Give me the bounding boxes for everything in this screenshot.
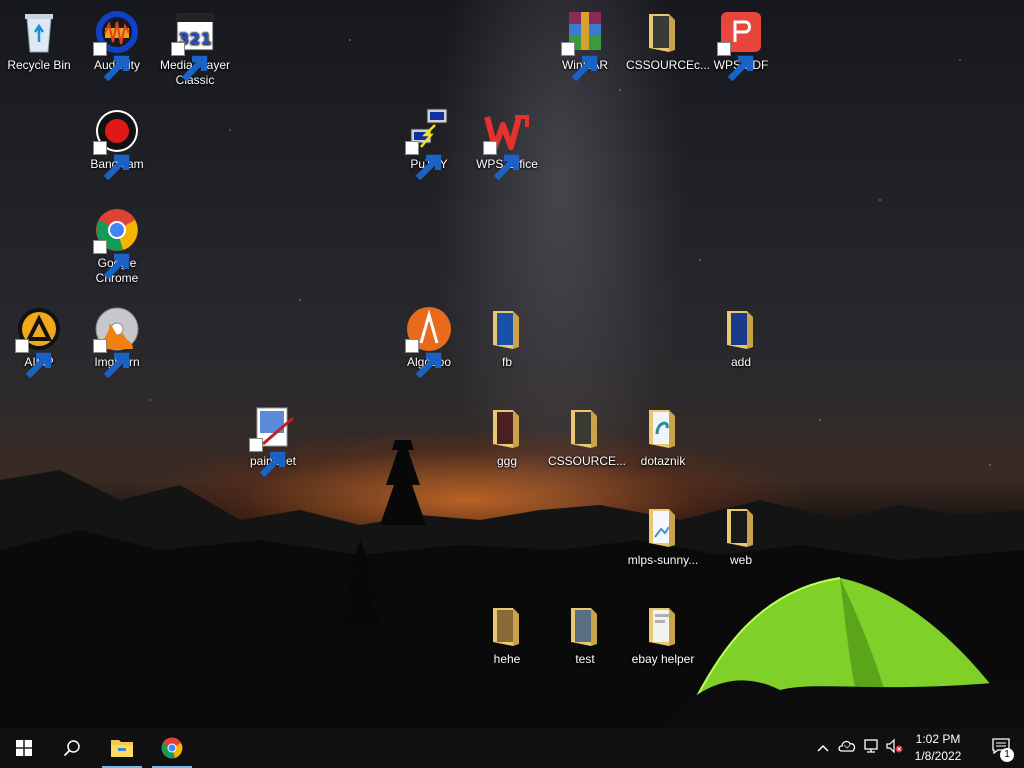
desktop-icon-winrar[interactable]: WinRAR — [546, 8, 624, 82]
taskbar-chrome[interactable] — [148, 728, 196, 768]
windows-start-icon — [16, 740, 32, 756]
icon-label: add — [730, 355, 752, 369]
algodoo-icon — [405, 305, 453, 379]
file-explorer-icon — [110, 737, 134, 759]
desktop-icon-imgburn[interactable]: ImgBurn — [78, 305, 156, 379]
action-center-button[interactable]: 1 — [978, 728, 1024, 768]
desktop-icon-wps-office[interactable]: WPS Office — [468, 107, 546, 181]
volume-tray[interactable] — [884, 738, 904, 758]
onedrive-icon — [838, 739, 856, 758]
folder-icon — [639, 8, 687, 56]
folder-icon — [639, 602, 687, 650]
folder-icon — [717, 503, 765, 551]
desktop-icon-audacity[interactable]: Audacity — [78, 8, 156, 82]
shortcut-arrow-icon — [93, 141, 130, 181]
desktop-icon-media-player-classic[interactable]: 321 Media Player Classic — [156, 8, 234, 88]
desktop-folder-fb[interactable]: fb — [468, 305, 546, 370]
folder-icon — [483, 602, 531, 650]
putty-icon — [405, 107, 453, 181]
icon-label: fb — [501, 355, 512, 369]
shortcut-arrow-icon — [405, 339, 442, 379]
desktop-folder-mlps-sunny[interactable]: mlps-sunny... — [624, 503, 702, 568]
desktop-folder-ggg[interactable]: ggg — [468, 404, 546, 469]
shortcut-arrow-icon — [93, 240, 130, 280]
network-icon — [862, 738, 880, 759]
taskbar: 1:02 PM 1/8/2022 1 — [0, 728, 1024, 768]
imgburn-icon — [93, 305, 141, 379]
audacity-icon — [93, 8, 141, 82]
taskbar-file-explorer[interactable] — [98, 728, 146, 768]
desktop-folder-add[interactable]: add — [702, 305, 780, 370]
start-button[interactable] — [0, 728, 48, 768]
desktop-icon-putty[interactable]: PuTTY — [390, 107, 468, 181]
show-hidden-icons-button[interactable] — [813, 738, 833, 758]
shortcut-arrow-icon — [93, 42, 130, 82]
notification-count-badge: 1 — [1000, 748, 1014, 762]
desktop-icon-recycle-bin[interactable]: Recycle Bin — [0, 8, 78, 73]
mountain-landscape — [0, 440, 1024, 728]
icon-label: hehe — [493, 652, 521, 666]
desktop-folder-hehe[interactable]: hehe — [468, 602, 546, 667]
aimp-icon — [15, 305, 63, 379]
bandicam-icon — [93, 107, 141, 181]
icon-label: ggg — [496, 454, 518, 468]
clock-time: 1:02 PM — [915, 732, 961, 746]
desktop-icon-paint-net[interactable]: paint.net — [234, 404, 312, 478]
icon-label: Recycle Bin — [7, 58, 71, 72]
desktop-folder-cssource[interactable]: CSSOURCE... — [546, 404, 627, 469]
icon-label: test — [575, 652, 595, 666]
onedrive-tray[interactable] — [837, 738, 857, 758]
shortcut-arrow-icon — [249, 438, 286, 478]
icon-label: CSSOURCE... — [548, 454, 627, 468]
icon-label: mlps-sunny... — [627, 553, 699, 567]
wps-pdf-icon — [717, 8, 765, 82]
taskbar-clock[interactable]: 1:02 PM 1/8/2022 — [908, 731, 968, 765]
chrome-icon — [93, 206, 141, 280]
winrar-icon — [561, 8, 609, 82]
shortcut-arrow-icon — [405, 141, 442, 181]
folder-icon — [717, 305, 765, 353]
desktop-icon-google-chrome[interactable]: Google Chrome — [78, 206, 156, 286]
network-tray[interactable] — [861, 738, 881, 758]
recycle-bin-icon — [15, 8, 63, 56]
search-icon — [63, 739, 81, 757]
desktop-background: Recycle Bin Audacity 321 Media Player Cl… — [0, 0, 1024, 728]
desktop-folder-test[interactable]: test — [546, 602, 624, 667]
shortcut-arrow-icon — [171, 42, 208, 82]
shortcut-arrow-icon — [717, 42, 754, 82]
folder-icon — [561, 602, 609, 650]
desktop-folder-ebay-helper[interactable]: ebay helper — [624, 602, 702, 667]
volume-muted-icon — [885, 738, 903, 759]
folder-icon — [561, 404, 609, 452]
desktop-icon-bandicam[interactable]: Bandicam — [78, 107, 156, 181]
chrome-icon — [160, 736, 184, 760]
media-player-classic-icon: 321 — [171, 8, 219, 82]
icon-label: dotaznik — [640, 454, 686, 468]
shortcut-arrow-icon — [93, 339, 130, 379]
desktop-icon-algodoo[interactable]: Algodoo — [390, 305, 468, 379]
desktop-folder-cssourcec[interactable]: CSSOURCEc... — [624, 8, 711, 73]
folder-icon — [639, 503, 687, 551]
icon-label: CSSOURCEc... — [626, 58, 711, 72]
desktop-icon-wps-pdf[interactable]: WPS PDF — [702, 8, 780, 82]
icon-label: ebay helper — [631, 652, 695, 666]
shortcut-arrow-icon — [15, 339, 52, 379]
chevron-up-icon — [817, 739, 829, 757]
desktop-folder-web[interactable]: web — [702, 503, 780, 568]
paint-net-icon — [249, 404, 297, 478]
clock-date: 1/8/2022 — [914, 749, 962, 763]
icon-label: web — [729, 553, 752, 567]
folder-icon — [639, 404, 687, 452]
folder-icon — [483, 404, 531, 452]
search-button[interactable] — [48, 728, 96, 768]
desktop-icon-aimp[interactable]: AIMP — [0, 305, 78, 379]
shortcut-arrow-icon — [483, 141, 520, 181]
desktop-folder-dotaznik[interactable]: dotaznik — [624, 404, 702, 469]
shortcut-arrow-icon — [561, 42, 598, 82]
folder-icon — [483, 305, 531, 353]
wps-office-icon — [483, 107, 531, 181]
